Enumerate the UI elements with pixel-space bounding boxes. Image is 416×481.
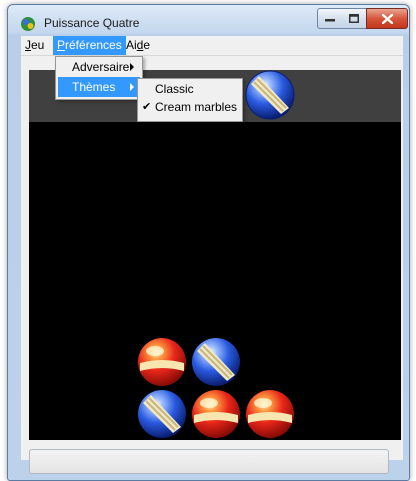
puissance-app-icon (21, 17, 35, 31)
blue-marble-piece (138, 390, 186, 438)
menu-bar: Jeu Préférences Aide (21, 36, 403, 56)
title-bar[interactable]: Puissance Quatre (8, 5, 409, 35)
red-marble-piece (246, 390, 294, 438)
menu-item-adversaire-label: Adversaire (72, 60, 130, 74)
menu-preferences-mnemonic: P (57, 38, 66, 52)
menu-item-classic[interactable]: Classic (140, 79, 240, 99)
red-marble-piece (138, 338, 186, 386)
minimize-icon (325, 18, 335, 21)
submenu-arrow-icon (130, 83, 134, 91)
menu-jeu-label: eu (31, 38, 45, 52)
submenu-arrow-icon (130, 63, 134, 71)
minimize-button[interactable] (317, 8, 343, 29)
menu-preferences-label: références (65, 38, 122, 52)
menu-item-cream-marbles[interactable]: ✔ Cream marbles (140, 97, 240, 117)
themes-submenu: Classic ✔ Cream marbles (137, 78, 243, 122)
menu-item-cream-marbles-label: Cream marbles (155, 100, 238, 114)
menu-item-themes[interactable]: Thèmes (58, 77, 140, 97)
menu-item-themes-label: Thèmes (72, 80, 116, 94)
window-title: Puissance Quatre (44, 16, 140, 30)
menu-preferences[interactable]: Préférences (53, 36, 126, 55)
status-bar (29, 449, 389, 474)
maximize-icon (349, 14, 359, 23)
menu-item-classic-label: Classic (155, 82, 194, 96)
menu-aide-label-end: e (143, 38, 151, 52)
red-marble-piece (192, 390, 240, 438)
preferences-menu: Adversaire Thèmes (55, 56, 143, 100)
maximize-button[interactable] (342, 8, 367, 29)
menu-item-adversaire[interactable]: Adversaire (58, 57, 140, 77)
close-button[interactable] (366, 8, 408, 29)
checkmark-icon: ✔ (142, 101, 152, 113)
pending-blue-marble (245, 70, 295, 120)
close-icon (381, 13, 393, 24)
menu-aide-label-start: Ai (126, 38, 137, 52)
menu-aide[interactable]: Aide (122, 36, 154, 55)
menu-jeu[interactable]: Jeu (21, 36, 48, 55)
blue-marble-piece (192, 338, 240, 386)
